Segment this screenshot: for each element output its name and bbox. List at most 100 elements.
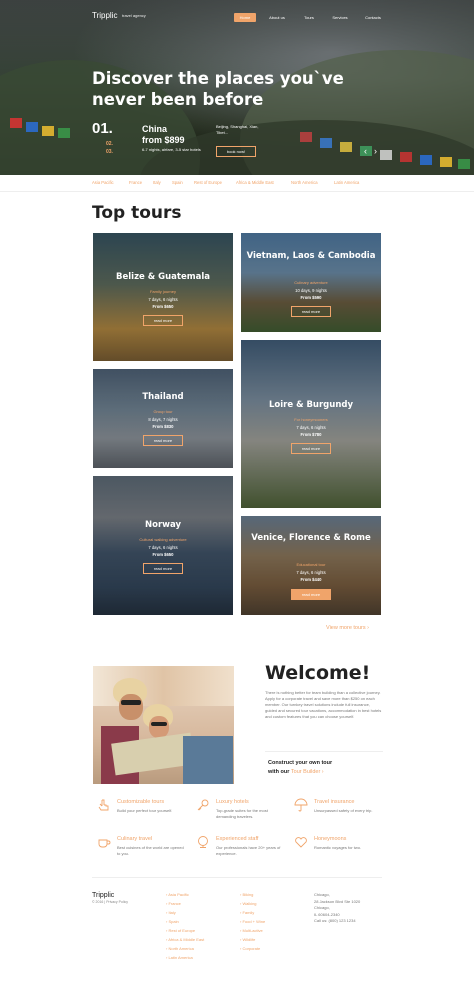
feature-title: Luxury hotels xyxy=(216,799,249,805)
read-more-button[interactable]: read more xyxy=(143,315,183,326)
footer-link-multi-active[interactable]: › Multi-active xyxy=(240,928,263,933)
filter-rest-of-europe[interactable]: Rest of Europe xyxy=(194,180,222,185)
site-tagline: travel agency xyxy=(122,13,146,18)
construct-line-2: with our Tour Builder › xyxy=(268,768,388,777)
tour-builder-link[interactable]: Tour Builder › xyxy=(291,769,324,775)
filter-north-america[interactable]: North America xyxy=(291,180,318,185)
filter-france[interactable]: France xyxy=(129,180,142,185)
chevron-right-icon[interactable]: › xyxy=(374,146,377,156)
footer-link-wildlife[interactable]: › Wildlife xyxy=(240,937,255,942)
footer-link-corporate[interactable]: › Corporate xyxy=(240,946,260,951)
footer-phone[interactable]: Call us: (800) 123 1234 xyxy=(314,918,360,925)
tour-card-title: Loire & Burgundy xyxy=(269,400,353,410)
tour-card-belize[interactable]: Belize & Guatemala Family journey 7 days… xyxy=(93,233,233,361)
tour-card-subtitle: Group tour xyxy=(153,409,173,414)
tour-card-subtitle: Cultural walking adventure xyxy=(139,537,187,542)
read-more-button[interactable]: read more xyxy=(143,435,183,446)
footer-link-rest-of-europe[interactable]: › Rest of Europe xyxy=(166,928,195,933)
feature-desc: Top-grade suites for the most demanding … xyxy=(216,808,268,819)
tour-card-nights: 7 days, 6 nights xyxy=(296,570,326,575)
top-tours-title: Top tours xyxy=(92,203,182,223)
cup-icon xyxy=(97,835,111,854)
hero-destination-name: China xyxy=(142,124,168,134)
tour-card-price: From $650 xyxy=(152,304,174,309)
filter-africa-middle-east[interactable]: Africa & Middle East xyxy=(236,180,274,185)
slide-02[interactable]: 02. xyxy=(106,141,113,147)
tour-card-price: From $830 xyxy=(152,424,174,429)
view-more-tours-link[interactable]: View more tours › xyxy=(326,625,369,631)
tour-card-subtitle: For honeymooners xyxy=(294,417,328,422)
umbrella-icon xyxy=(294,798,308,817)
footer-link-latin-america[interactable]: › Latin America xyxy=(166,955,193,960)
footer-link-family[interactable]: › Family xyxy=(240,910,254,915)
tour-card-title: Vietnam, Laos & Cambodia xyxy=(246,251,376,261)
read-more-button[interactable]: read more xyxy=(143,563,183,574)
slide-03[interactable]: 03. xyxy=(106,149,113,155)
nav-contacts[interactable]: Contacts xyxy=(360,13,386,22)
key-icon xyxy=(196,798,210,817)
chevron-left-icon[interactable]: ‹ xyxy=(364,146,367,156)
tour-card-title: Norway xyxy=(144,520,181,530)
read-more-button[interactable]: read more xyxy=(291,306,331,317)
hero-price: from $899 xyxy=(142,135,185,145)
footer-link-spain[interactable]: › Spain xyxy=(166,919,179,924)
feature-title: Customizable tours xyxy=(117,799,165,805)
welcome-title: Welcome! xyxy=(265,662,371,684)
feature-desc: Unsurpassed safety of every trip. xyxy=(314,808,373,813)
footer-link-north-america[interactable]: › North America xyxy=(166,946,194,951)
site-logo[interactable]: Tripplic xyxy=(92,11,117,20)
book-now-button[interactable]: book now! xyxy=(216,146,256,157)
feature-title: Honeymoons xyxy=(314,836,347,842)
tour-card-title: Belize & Guatemala xyxy=(116,272,210,282)
tour-card-nights: 7 days, 6 nights xyxy=(148,297,178,302)
footer-link-france[interactable]: › France xyxy=(166,901,181,906)
filter-latin-america[interactable]: Latin America xyxy=(334,180,359,185)
feature-title: Experienced staff xyxy=(216,836,259,842)
nav-tours[interactable]: Tours xyxy=(298,13,320,22)
nav-about[interactable]: About us xyxy=(264,13,290,22)
construct-line-2-text: with our xyxy=(268,769,290,775)
footer-link-asia-pacific[interactable]: › Asia Pacific xyxy=(166,892,189,897)
globe-icon xyxy=(196,835,210,854)
nav-services[interactable]: Services xyxy=(326,13,354,22)
filter-asia-pacific[interactable]: Asia Pacific xyxy=(92,180,114,185)
footer-address: Chicago, 28 Jackson Blvd Ste 1020 Chicag… xyxy=(314,892,361,925)
tour-card-norway[interactable]: Norway Cultural walking adventure 7 days… xyxy=(93,476,233,615)
filter-italy[interactable]: Italy xyxy=(153,180,161,185)
filter-spain[interactable]: Spain xyxy=(172,180,183,185)
hero-cities: Beijing, Shanghai, Xian, Tibet... xyxy=(216,124,259,135)
tour-card-price: From $780 xyxy=(300,432,322,437)
footer-link-walking[interactable]: › Walking xyxy=(240,901,257,906)
feature-desc: Romantic voyages for two. xyxy=(314,845,362,850)
tour-card-title: Venice, Florence & Rome xyxy=(251,533,371,543)
tour-card-subtitle: Culinary adventure xyxy=(294,280,328,285)
read-more-button[interactable]: read more xyxy=(291,589,331,600)
construct-line-1: Construct your own tour xyxy=(268,760,333,766)
tour-card-venice[interactable]: Venice, Florence & Rome Educational tour… xyxy=(241,516,381,615)
footer-link-italy[interactable]: › Italy xyxy=(166,910,176,915)
footer-link-biking[interactable]: › Biking xyxy=(240,892,253,897)
footer-logo[interactable]: Tripplic xyxy=(92,892,114,899)
feature-title: Travel insurance xyxy=(314,799,355,805)
tour-card-nights: 8 days, 7 nights xyxy=(148,417,178,422)
welcome-divider xyxy=(265,751,383,752)
tour-card-vietnam[interactable]: Vietnam, Laos & Cambodia Culinary advent… xyxy=(241,233,381,332)
tour-card-loire[interactable]: Loire & Burgundy For honeymooners 7 days… xyxy=(241,340,381,508)
footer-link-africa-middle-east[interactable]: › Africa & Middle East xyxy=(166,937,204,942)
tour-card-subtitle: Educational tour xyxy=(296,562,326,567)
footer-link-food-wine[interactable]: › Food + Wine xyxy=(240,919,265,924)
tour-card-price: From $440 xyxy=(300,577,322,582)
footer-copyright: © 2016 | Privacy Policy xyxy=(92,900,128,904)
heart-icon xyxy=(294,835,308,854)
feature-title: Culinary travel xyxy=(117,836,153,842)
tour-card-thailand[interactable]: Thailand Group tour 8 days, 7 nights Fro… xyxy=(93,369,233,468)
hero-destination: China from $899 xyxy=(142,124,185,146)
construct-tour-text: Construct your own tour with our Tour Bu… xyxy=(268,759,388,777)
welcome-text: There is nothing better for team buildin… xyxy=(265,690,382,719)
tour-card-nights: 7 days, 6 nights xyxy=(148,545,178,550)
hand-pointer-icon xyxy=(97,798,111,817)
nav-home[interactable]: Home xyxy=(234,13,256,22)
tour-card-price: From $590 xyxy=(300,295,322,300)
read-more-button[interactable]: read more xyxy=(291,443,331,454)
feature-desc: Best cuisines of the world are opened to… xyxy=(117,845,184,856)
